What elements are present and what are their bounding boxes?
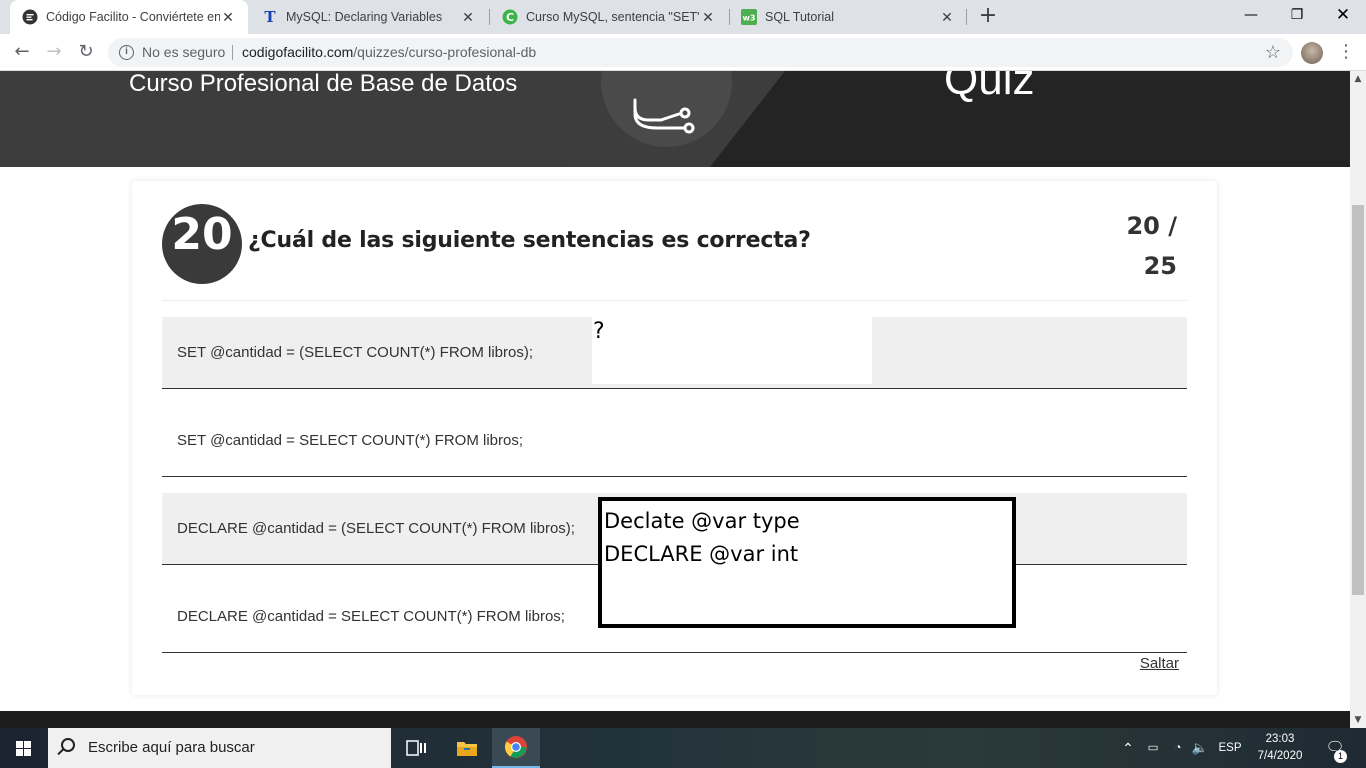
question-progress: 20 / 25 (1117, 206, 1177, 286)
reload-button[interactable]: ↻ (74, 42, 98, 64)
close-tab-icon[interactable]: ✕ (700, 9, 716, 26)
volume-icon[interactable]: 🔈 (1190, 728, 1210, 768)
t-letter-icon: T (264, 8, 276, 26)
close-tab-icon[interactable]: ✕ (939, 9, 955, 26)
close-tab-icon[interactable]: ✕ (220, 9, 236, 26)
page-footer (0, 711, 1350, 728)
svg-text:C: C (506, 11, 514, 24)
windows-taskbar: Escribe aquí para buscar ⌃ ▭ ◔ 🔈 ESP 23:… (0, 728, 1366, 768)
tab-mysql-declaring[interactable]: T MySQL: Declaring Variables ✕ (250, 0, 488, 34)
w3schools-icon: w3 (741, 9, 757, 25)
annotation-question-mark: ? (592, 317, 872, 384)
progress-current: 20 / (1126, 212, 1177, 240)
taskbar-search-box[interactable]: Escribe aquí para buscar (48, 728, 391, 768)
course-title: Curso Profesional de Base de Datos (129, 71, 518, 97)
divider (162, 300, 1187, 301)
course-icon-circle (601, 71, 732, 147)
notification-count-badge: 1 (1334, 750, 1347, 763)
input-language[interactable]: ESP (1215, 728, 1245, 768)
file-explorer-icon[interactable] (443, 728, 491, 768)
info-icon[interactable]: i (119, 45, 134, 60)
tab-curso-mysql-set[interactable]: C Curso MySQL, sentencia "SET" ✕ (490, 0, 728, 34)
hero-banner: Curso Profesional de Base de Datos Quiz (0, 71, 1350, 167)
search-placeholder: Escribe aquí para buscar (88, 739, 255, 756)
question-text: ¿Cuál de las siguiente sentencias es cor… (248, 228, 811, 253)
scroll-up-icon[interactable]: ▲ (1350, 71, 1366, 87)
scrollbar-thumb[interactable] (1352, 205, 1364, 595)
progress-total: 25 (1143, 252, 1177, 280)
answer-option-2[interactable]: SET @cantidad = SELECT COUNT(*) FROM lib… (162, 405, 1187, 477)
close-tab-icon[interactable]: ✕ (460, 9, 476, 26)
search-icon (61, 738, 75, 752)
skip-link[interactable]: Saltar (1140, 655, 1179, 672)
annotation-line-1: Declate @var type (604, 509, 800, 533)
bookmark-star-icon[interactable]: ☆ (1265, 38, 1281, 67)
address-bar[interactable]: i No es seguro codigofacilito.com/quizze… (108, 38, 1293, 67)
browser-menu-icon[interactable]: ⋮ (1337, 42, 1355, 64)
tab-title: Código Facilito - Conviértete en p (46, 10, 220, 24)
profile-avatar[interactable] (1301, 42, 1323, 64)
notification-center-icon[interactable]: 🗨 (1320, 728, 1350, 768)
new-tab-button[interactable]: + (977, 5, 999, 29)
browser-tabstrip: Código Facilito - Conviértete en p ✕ T M… (0, 0, 1366, 34)
url-path: /quizzes/curso-profesional-db (353, 44, 537, 60)
chrome-c-icon: C (502, 9, 518, 25)
annotation-note-box: Declate @var type DECLARE @var int (598, 497, 1016, 628)
tab-sql-tutorial[interactable]: w3 SQL Tutorial ✕ (729, 0, 967, 34)
omnibox-divider (232, 45, 233, 60)
tab-separator (966, 9, 967, 25)
minimize-button[interactable]: — (1228, 0, 1274, 32)
taskbar-clock[interactable]: 23:03 7/4/2020 (1250, 731, 1310, 765)
url-domain: codigofacilito.com (242, 44, 354, 60)
chrome-taskbar-icon[interactable] (492, 728, 540, 768)
tab-title: SQL Tutorial (765, 10, 835, 24)
security-label[interactable]: No es seguro (142, 38, 225, 67)
task-view-icon[interactable] (392, 728, 440, 768)
tab-codigofacilito[interactable]: Código Facilito - Conviértete en p ✕ (10, 0, 248, 34)
battery-icon[interactable]: ▭ (1143, 728, 1163, 768)
annotation-line-2: DECLARE @var int (604, 542, 799, 566)
show-hidden-icons-chevron[interactable]: ⌃ (1118, 728, 1138, 768)
clock-time: 23:03 (1265, 733, 1295, 745)
svg-text:w3: w3 (743, 14, 756, 23)
forward-button[interactable]: → (42, 42, 66, 64)
wifi-icon[interactable]: ◔ (1168, 728, 1188, 768)
question-number-badge: 20 (162, 204, 242, 284)
page-viewport: Curso Profesional de Base de Datos Quiz … (0, 71, 1350, 728)
database-network-icon (633, 98, 695, 134)
tab-title: Curso MySQL, sentencia "SET" (526, 10, 700, 24)
back-button[interactable]: ← (10, 42, 34, 64)
restore-button[interactable]: ❐ (1274, 0, 1320, 32)
windows-start-button[interactable] (0, 728, 48, 768)
quiz-heading: Quiz (944, 71, 1035, 104)
scroll-down-icon[interactable]: ▼ (1350, 712, 1366, 728)
browser-toolbar: ← → ↻ i No es seguro codigofacilito.com/… (0, 34, 1366, 71)
tab-title: MySQL: Declaring Variables (286, 10, 443, 24)
clock-date: 7/4/2020 (1257, 750, 1303, 762)
close-window-button[interactable]: ✕ (1320, 0, 1366, 32)
codigofacilito-icon (22, 9, 38, 25)
vertical-scrollbar[interactable]: ▲ ▼ (1350, 71, 1366, 728)
url-text[interactable]: codigofacilito.com/quizzes/curso-profesi… (242, 38, 536, 67)
